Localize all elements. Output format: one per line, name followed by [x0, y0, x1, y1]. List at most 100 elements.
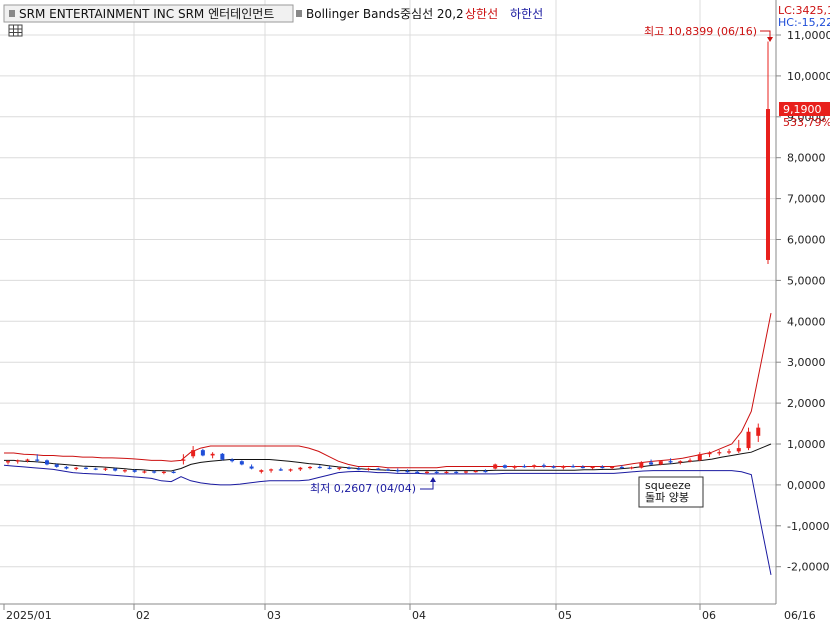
low-arrowhead — [430, 477, 436, 482]
low-annotation: 최저 0,2607 (04/04) — [310, 477, 436, 495]
candle-body — [220, 453, 225, 460]
candle-body — [590, 466, 595, 469]
y-tick-label: 6,0000 — [787, 234, 826, 247]
candle — [629, 466, 634, 470]
candle-body — [541, 465, 546, 467]
candle-body — [454, 471, 459, 474]
squeeze-line2: 돌파 양봉 — [645, 491, 689, 504]
candle-body — [161, 471, 166, 474]
y-tick-label: -2,0000 — [787, 561, 829, 574]
candle-body — [278, 469, 283, 471]
candle-body — [122, 470, 127, 472]
symbol-label: SRM ENTERTAINMENT INC SRM 엔터테인먼트 — [19, 7, 274, 21]
candle-body — [444, 471, 449, 474]
candle-body — [727, 451, 732, 453]
candle-body — [113, 468, 118, 471]
candle-body — [483, 470, 488, 473]
candle-body — [512, 466, 517, 468]
table-grid-icon[interactable] — [8, 24, 23, 37]
high-annotation: 최고 10,8399 (06/16) — [644, 25, 773, 42]
high-label: 최고 10,8399 (06/16) — [644, 25, 757, 38]
candle — [756, 423, 761, 442]
candle-body — [200, 450, 205, 456]
candle — [298, 466, 303, 471]
squeeze-box: squeeze 돌파 양봉 — [638, 476, 704, 508]
candles — [6, 41, 770, 475]
candle — [191, 446, 196, 459]
indicator-label: Bollinger Bands중심선 20,2 — [306, 7, 464, 21]
candle-body — [308, 466, 313, 469]
candle — [727, 448, 732, 455]
y-tick-label: 1,0000 — [787, 438, 826, 451]
candle-body — [15, 460, 20, 462]
candle — [532, 464, 537, 469]
high-arrowhead — [767, 37, 773, 42]
candle — [395, 468, 400, 473]
y-tick-label: 10,0000 — [787, 70, 830, 83]
candle — [259, 469, 264, 474]
candle — [736, 439, 741, 453]
candle-body — [327, 467, 332, 469]
candle — [210, 452, 215, 459]
candle — [600, 465, 605, 469]
candle-body — [317, 466, 322, 469]
candle-body — [717, 452, 722, 454]
x-tick-label: 06 — [702, 609, 716, 622]
candle — [83, 466, 88, 470]
candle — [405, 469, 410, 473]
candle — [161, 470, 166, 475]
candle — [308, 466, 313, 470]
y-tick-label: 5,0000 — [787, 274, 826, 287]
candle-body — [347, 467, 352, 469]
hc-label: HC:-15,22 — [778, 16, 830, 29]
y-tick-label: 7,0000 — [787, 193, 826, 206]
current-change-label: 533,79% — [783, 116, 830, 129]
bollinger-chart: 11,000010,00009,00008,00007,00006,00005,… — [0, 0, 830, 622]
candle-body — [600, 466, 605, 469]
candle — [717, 450, 722, 456]
candle-body — [93, 468, 98, 470]
x-tick-label: 03 — [267, 609, 281, 622]
candle — [483, 469, 488, 473]
candle-body — [230, 459, 235, 462]
candle — [766, 41, 770, 265]
candle-body — [463, 471, 468, 473]
candle-body — [561, 466, 566, 468]
candle — [142, 470, 147, 474]
candle — [649, 459, 654, 466]
y-tick-label: 2,0000 — [787, 397, 826, 410]
candle-body — [395, 470, 400, 472]
candle — [746, 427, 751, 451]
upper-band-line — [4, 313, 772, 469]
candle-body — [658, 461, 663, 465]
candle-body — [493, 464, 498, 469]
candle-body — [522, 466, 527, 468]
candle-body — [756, 427, 761, 436]
candle-body — [610, 466, 615, 469]
candle-body — [746, 431, 751, 449]
candle-body — [766, 109, 770, 260]
candle-body — [736, 448, 741, 452]
candle — [366, 467, 371, 471]
candle-body — [678, 461, 683, 463]
candle-body — [191, 450, 196, 457]
current-price-label: 9,1900 — [783, 103, 822, 116]
y-tick-label: 3,0000 — [787, 356, 826, 369]
candle-body — [356, 468, 361, 470]
x-axis-ticks: 2025/01 02 03 04 05 06 06/16 — [3, 604, 816, 622]
candle — [678, 460, 683, 465]
candle — [551, 465, 556, 469]
candle — [249, 464, 254, 470]
candle — [239, 460, 244, 466]
candle-body — [337, 467, 342, 469]
candle — [44, 459, 49, 466]
y-tick-label: -1,0000 — [787, 520, 829, 533]
candle-body — [259, 470, 264, 472]
candle — [122, 469, 127, 473]
candle-body — [688, 460, 693, 462]
x-tick-label: 02 — [136, 609, 150, 622]
candle-body — [415, 471, 420, 474]
candle-body — [502, 465, 507, 468]
candle-body — [288, 469, 293, 471]
candle — [74, 466, 79, 471]
